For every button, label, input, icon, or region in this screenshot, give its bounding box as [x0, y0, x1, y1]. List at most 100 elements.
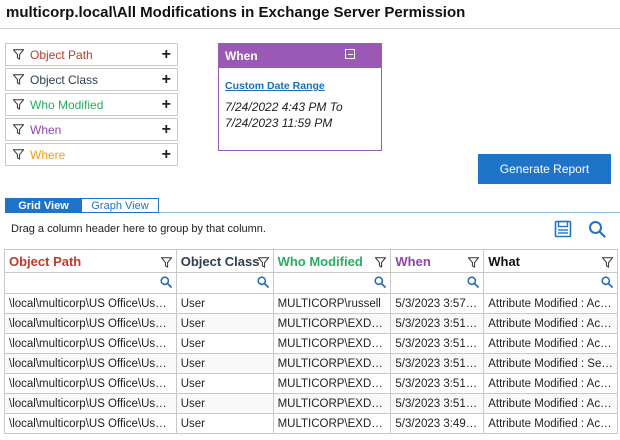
cell-text: MULTICORP\EXD001$: [277, 337, 387, 350]
filter-item[interactable]: Object Path +: [5, 43, 178, 66]
when-panel: When Custom Date Range 7/24/2022 4:43 PM…: [218, 43, 382, 151]
results-grid: Object Path Object Class Who Modified When W…: [4, 249, 619, 434]
column-filter-icon[interactable]: [374, 256, 387, 268]
grid-filter-row: [5, 273, 619, 294]
collapse-icon[interactable]: [345, 49, 355, 59]
cell-text: 5/3/2023 3:51:42: [395, 377, 480, 390]
table-cell: MULTICORP\EXD001$: [273, 354, 392, 374]
search-icon[interactable]: [467, 275, 480, 291]
column-filter-icon[interactable]: [601, 256, 614, 268]
filter-item[interactable]: Where +: [5, 143, 178, 166]
table-cell: Attribute Modified : Acc...: [484, 314, 619, 334]
table-cell: 5/3/2023 3:51:42: [391, 334, 485, 354]
tab-grid-view[interactable]: Grid View: [5, 198, 82, 213]
report-title: multicorp.local\All Modifications in Exc…: [6, 4, 466, 21]
table-row[interactable]: \local\multicorp\US Office\User... User MU…: [5, 314, 619, 334]
cell-text: MULTICORP\EXD001$: [277, 417, 387, 430]
table-cell: 5/3/2023 3:51:42: [391, 354, 485, 374]
date-range-start: 7/24/2022 4:43 PM To: [225, 100, 343, 114]
column-search-cell[interactable]: [5, 273, 177, 294]
table-cell: Attribute Modified : Acc...: [484, 334, 619, 354]
column-filter-icon[interactable]: [256, 256, 270, 268]
cell-text: MULTICORP\russell: [277, 297, 381, 310]
table-row[interactable]: \local\multicorp\US Office\User... User MU…: [5, 374, 619, 394]
cell-text: Attribute Modified : Acc...: [488, 417, 614, 430]
group-by-hint: Drag a column header here to group by th…: [11, 223, 266, 235]
cell-text: User: [180, 297, 205, 310]
filter-label: Object Path: [30, 47, 93, 62]
cell-text: \local\multicorp\US Office\User...: [9, 397, 172, 410]
table-row[interactable]: \local\multicorp\US Office\User... User MU…: [5, 394, 619, 414]
table-row[interactable]: \local\multicorp\US Office\User... User MU…: [5, 334, 619, 354]
cell-text: Attribute Modified : Ser...: [488, 357, 614, 370]
column-search-cell[interactable]: [484, 273, 619, 294]
cell-text: Attribute Modified : Acc...: [488, 317, 614, 330]
table-cell: User: [176, 354, 274, 374]
table-cell: Attribute Modified : Acc...: [484, 394, 619, 414]
table-cell: 5/3/2023 3:51:42: [391, 374, 485, 394]
add-filter-icon[interactable]: +: [162, 121, 171, 138]
search-icon[interactable]: [588, 220, 606, 238]
column-header-label: Object Class: [180, 253, 260, 269]
when-panel-title: When: [225, 49, 258, 63]
cell-text: MULTICORP\EXD001$: [277, 317, 387, 330]
table-cell: \local\multicorp\US Office\User...: [5, 334, 177, 354]
funnel-icon: [11, 73, 25, 87]
search-icon[interactable]: [374, 275, 387, 291]
table-cell: \local\multicorp\US Office\User...: [5, 294, 177, 314]
cell-text: User: [180, 357, 205, 370]
column-header[interactable]: Object Class: [176, 250, 274, 273]
column-search-cell[interactable]: [391, 273, 485, 294]
table-cell: 5/3/2023 3:51:42: [391, 394, 485, 414]
table-row[interactable]: \local\multicorp\US Office\User... User MU…: [5, 294, 619, 314]
column-header[interactable]: What: [484, 250, 619, 273]
table-cell: \local\multicorp\US Office\User...: [5, 354, 177, 374]
cell-text: User: [180, 377, 205, 390]
column-header-label: Who Modified: [277, 253, 363, 269]
add-filter-icon[interactable]: +: [162, 96, 171, 113]
table-cell: MULTICORP\russell: [273, 294, 392, 314]
search-icon[interactable]: [160, 275, 172, 291]
column-header[interactable]: Who Modified: [273, 250, 392, 273]
cell-text: \local\multicorp\US Office\User...: [9, 417, 172, 430]
table-cell: \local\multicorp\US Office\User...: [5, 314, 177, 334]
column-search-cell[interactable]: [176, 273, 274, 294]
when-panel-header: When: [219, 44, 381, 68]
filter-item[interactable]: When +: [5, 118, 178, 141]
search-icon[interactable]: [601, 275, 613, 291]
column-header[interactable]: Object Path: [5, 250, 177, 273]
filter-label: When: [30, 122, 62, 137]
column-header-label: Object Path: [9, 253, 82, 269]
table-row[interactable]: \local\multicorp\US Office\User... User MU…: [5, 354, 619, 374]
filter-item[interactable]: Who Modified +: [5, 93, 178, 116]
tab-divider: [5, 212, 620, 213]
generate-report-button[interactable]: Generate Report: [478, 154, 611, 184]
table-cell: \local\multicorp\US Office\User...: [5, 394, 177, 414]
add-filter-icon[interactable]: +: [162, 71, 171, 88]
column-search-cell[interactable]: [273, 273, 392, 294]
table-cell: User: [176, 294, 274, 314]
funnel-icon: [11, 123, 25, 137]
table-cell: Attribute Modified : Acc...: [484, 374, 619, 394]
table-cell: \local\multicorp\US Office\User...: [5, 414, 177, 434]
cell-text: Attribute Modified : Acc...: [488, 297, 614, 310]
cell-text: \local\multicorp\US Office\User...: [9, 337, 172, 350]
custom-date-range-link[interactable]: Custom Date Range: [225, 80, 325, 92]
column-filter-icon[interactable]: [160, 256, 173, 268]
add-filter-icon[interactable]: +: [162, 146, 171, 163]
search-icon[interactable]: [256, 275, 269, 291]
column-header-label: When: [395, 253, 431, 269]
tab-graph-view[interactable]: Graph View: [82, 198, 159, 213]
column-filter-icon[interactable]: [467, 256, 480, 268]
save-icon[interactable]: [554, 220, 572, 238]
add-filter-icon[interactable]: +: [162, 46, 171, 63]
column-header[interactable]: When: [391, 250, 485, 273]
table-row[interactable]: \local\multicorp\US Office\User... User MU…: [5, 414, 619, 434]
cell-text: 5/3/2023 3:51:42: [395, 357, 480, 370]
cell-text: MULTICORP\EXD001$: [277, 397, 387, 410]
table-cell: User: [176, 374, 274, 394]
filter-label: Object Class: [30, 72, 99, 87]
filter-item[interactable]: Object Class +: [5, 68, 178, 91]
cell-text: 5/3/2023 3:57:31: [395, 297, 480, 310]
cell-text: Attribute Modified : Acc...: [488, 337, 614, 350]
